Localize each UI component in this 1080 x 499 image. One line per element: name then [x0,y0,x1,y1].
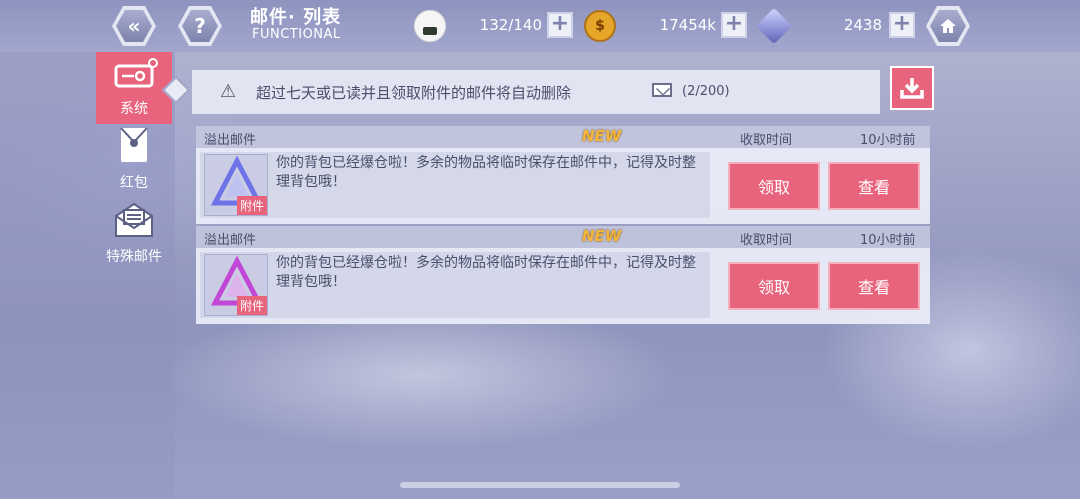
receive-time-label: 收取时间 [740,233,793,248]
claim-button[interactable]: 领取 [728,162,820,210]
stamina-value: 132/140 [479,16,542,34]
receive-time: 10小时前 [860,133,916,148]
mail-header: 溢出邮件 NEW 收取时间 10小时前 [196,126,930,148]
back-chevron-icon: « [116,10,152,42]
mail-body: 附件 你的背包已经爆仓啦！多余的物品将临时保存在邮件中，记得及时整理背包哦！ 领… [196,148,930,224]
mail-content: 附件 你的背包已经爆仓啦！多余的物品将临时保存在邮件中，记得及时整理背包哦！ [200,152,710,218]
sidebar-item-label: 特殊邮件 [106,249,162,265]
claim-all-button[interactable] [890,66,934,110]
download-icon [900,78,924,99]
crystal-icon [755,7,793,45]
coin-value: 17454k [659,16,716,34]
mail-category: 溢出邮件 [204,233,257,248]
attachment-slot[interactable]: 附件 [204,154,268,216]
receive-time: 10小时前 [860,233,916,248]
special-mail-icon [114,202,154,242]
back-button[interactable]: « [112,6,156,46]
notice-bar: ⚠ 超过七天或已读并且领取附件的邮件将自动删除 (2/200) [192,70,880,114]
sidebar-item-system[interactable]: 系统 [96,52,172,124]
home-indicator [400,482,680,488]
mail-item[interactable]: 溢出邮件 NEW 收取时间 10小时前 附件 你的背包已经爆仓啦！多余的物品将临… [196,226,930,324]
help-button[interactable]: ? [178,6,222,46]
receive-time-label: 收取时间 [740,133,793,148]
rice-ball-icon [414,10,446,42]
mail-header: 溢出邮件 NEW 收取时间 10小时前 [196,226,930,248]
sidebar-item-special-mail[interactable]: 特殊邮件 [96,200,172,272]
view-button[interactable]: 查看 [828,162,920,210]
red-envelope-icon [118,126,150,168]
mail-text: 你的背包已经爆仓啦！多余的物品将临时保存在邮件中，记得及时整理背包哦！ [276,255,696,290]
sidebar-item-red-envelope[interactable]: 红包 [96,126,172,198]
view-button[interactable]: 查看 [828,262,920,310]
add-stamina-button[interactable]: + [547,12,573,38]
attachment-slot[interactable]: 附件 [204,254,268,316]
home-icon [930,10,966,42]
mail-body: 附件 你的背包已经爆仓啦！多余的物品将临时保存在邮件中，记得及时整理背包哦！ 领… [196,248,930,324]
mail-item[interactable]: 溢出邮件 NEW 收取时间 10小时前 附件 你的背包已经爆仓啦！多余的物品将临… [196,126,930,224]
coin-icon: $ [584,10,616,42]
page-subtitle: FUNCTIONAL [252,27,341,42]
notification-dot [148,58,158,68]
crystal-value: 2438 [843,16,882,34]
mail-category: 溢出邮件 [204,133,257,148]
page-title: 邮件· 列表 [250,7,342,28]
warning-icon: ⚠ [220,81,237,102]
mail-count: (2/200) [682,84,730,99]
attachment-tag: 附件 [236,296,267,315]
sidebar-item-label: 红包 [120,175,148,191]
help-icon: ? [182,10,218,42]
home-button[interactable] [926,6,970,46]
new-badge: NEW [582,127,622,145]
claim-button[interactable]: 领取 [728,262,820,310]
mail-count-icon [652,83,672,97]
add-crystal-button[interactable]: + [889,12,915,38]
new-badge: NEW [582,227,622,245]
mail-text: 你的背包已经爆仓啦！多余的物品将临时保存在邮件中，记得及时整理背包哦！ [276,155,696,190]
mailbox-icon [114,62,154,94]
attachment-tag: 附件 [236,196,267,215]
notice-text: 超过七天或已读并且领取附件的邮件将自动删除 [256,84,572,102]
top-bar: « ? 邮件· 列表 FUNCTIONAL 132/140 + $ 17454k… [0,0,1080,52]
mail-content: 附件 你的背包已经爆仓啦！多余的物品将临时保存在邮件中，记得及时整理背包哦！ [200,252,710,318]
sidebar-item-label: 系统 [120,101,148,117]
add-coin-button[interactable]: + [721,12,747,38]
